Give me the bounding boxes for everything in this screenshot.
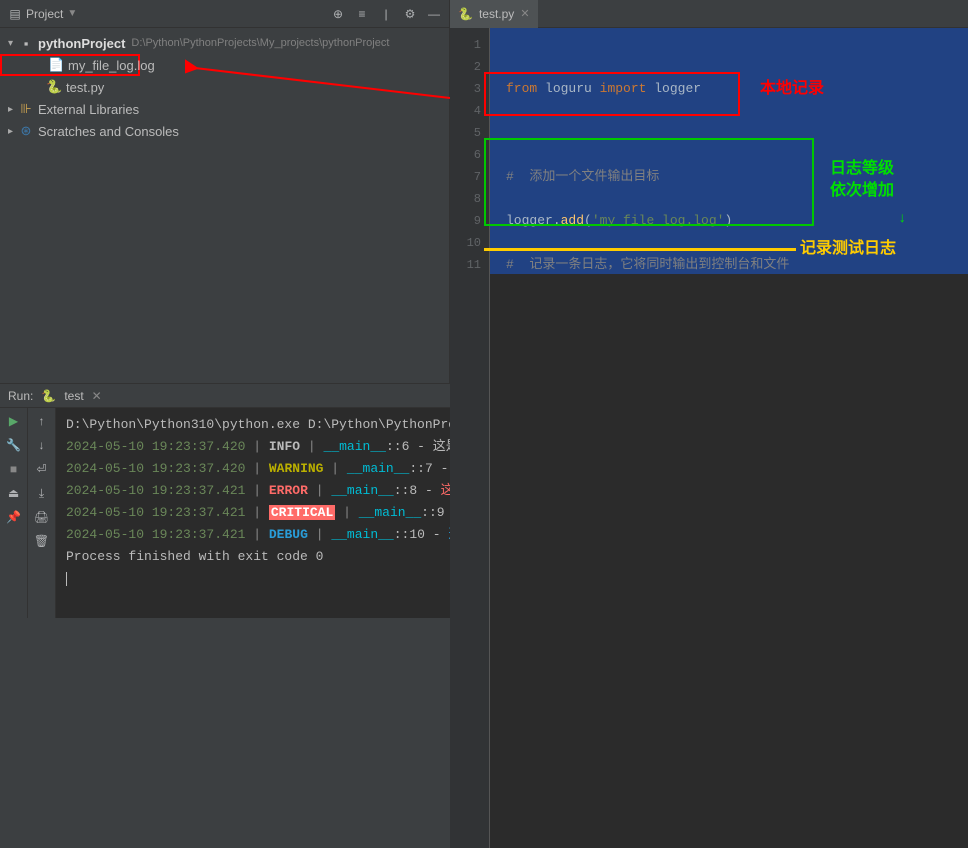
run-icon[interactable]: ▶ <box>7 414 21 428</box>
file-name: my_file_log.log <box>68 58 155 73</box>
up-arrow-icon[interactable]: ↑ <box>35 414 49 428</box>
item-label: Scratches and Consoles <box>38 124 179 139</box>
file-icon: 📄 <box>48 57 64 73</box>
annotation-arrow-green: ↓ <box>898 208 906 230</box>
editor-panel: 🐍 test.py ✕ 1 2 3 4 5 6 7 8 9 10 11 from… <box>450 0 968 383</box>
project-dropdown-icon[interactable]: ▼ <box>67 8 77 19</box>
scratches-icon: ⊛ <box>18 123 34 139</box>
tree-scratches[interactable]: ▸ ⊛ Scratches and Consoles <box>0 120 449 142</box>
run-label: Run: <box>8 389 33 403</box>
python-icon: 🐍 <box>458 7 473 21</box>
file-name: test.py <box>66 80 104 95</box>
expand-icon[interactable]: ≡ <box>355 7 369 21</box>
project-title: Project <box>22 7 67 21</box>
project-header: ▤ Project ▼ ⊕ ≡ | ⚙ — <box>0 0 449 28</box>
annotation-label-red: 本地记录 <box>760 78 824 100</box>
python-icon: 🐍 <box>41 389 56 403</box>
editor-gutter: 1 2 3 4 5 6 7 8 9 10 11 <box>450 28 490 848</box>
divider: | <box>379 7 393 21</box>
tree-file-py[interactable]: 🐍 test.py <box>0 76 449 98</box>
debug-wrench-icon[interactable]: 🔧 <box>7 438 21 452</box>
project-name: pythonProject <box>38 36 125 51</box>
annotation-label-green2: 依次增加 <box>830 180 894 202</box>
project-icon: ▤ <box>8 7 22 21</box>
down-arrow-icon[interactable]: ↓ <box>35 438 49 452</box>
gear-icon[interactable]: ⚙ <box>403 7 417 21</box>
run-config-name: test <box>64 389 83 403</box>
trash-icon[interactable]: 🗑 <box>35 534 49 548</box>
libs-icon: ⊪ <box>18 101 34 117</box>
run-mid-toolbar: ↑ ↓ ⏎ ⤓ 🖨 🗑 <box>28 408 56 618</box>
hide-icon[interactable]: — <box>427 7 441 21</box>
project-tree: ▾ ▪ pythonProject D:\Python\PythonProjec… <box>0 28 449 146</box>
item-label: External Libraries <box>38 102 139 117</box>
python-icon: 🐍 <box>46 79 62 95</box>
wrap-icon[interactable]: ⏎ <box>35 462 49 476</box>
tree-project-root[interactable]: ▾ ▪ pythonProject D:\Python\PythonProjec… <box>0 32 449 54</box>
project-panel: ▤ Project ▼ ⊕ ≡ | ⚙ — ▾ ▪ pythonProject … <box>0 0 450 383</box>
tree-file-log[interactable]: 📄 my_file_log.log <box>0 54 140 76</box>
project-path: D:\Python\PythonProjects\My_projects\pyt… <box>131 37 389 49</box>
tab-label: test.py <box>479 7 514 21</box>
folder-icon: ▪ <box>18 36 34 51</box>
caret-down-icon[interactable]: ▾ <box>8 38 18 49</box>
exit-icon[interactable]: ⏏ <box>7 486 21 500</box>
scroll-icon[interactable]: ⤓ <box>35 486 49 500</box>
editor-tabs: 🐍 test.py ✕ <box>450 0 968 28</box>
close-icon[interactable]: ✕ <box>92 389 102 403</box>
annotation-label-yellow: 记录测试日志 <box>800 238 896 260</box>
stop-icon[interactable]: ■ <box>7 462 21 476</box>
editor-body[interactable]: 1 2 3 4 5 6 7 8 9 10 11 from loguru impo… <box>450 28 968 848</box>
close-icon[interactable]: ✕ <box>520 7 529 20</box>
caret-right-icon[interactable]: ▸ <box>8 104 18 115</box>
editor-tab[interactable]: 🐍 test.py ✕ <box>450 0 538 28</box>
annotation-line-yellow <box>484 248 796 251</box>
locate-icon[interactable]: ⊕ <box>331 7 345 21</box>
annotation-label-green1: 日志等级 <box>830 158 894 180</box>
tree-external-libs[interactable]: ▸ ⊪ External Libraries <box>0 98 449 120</box>
editor-code[interactable]: from loguru import logger # 添加一个文件输出目标 l… <box>490 28 968 848</box>
run-left-toolbar: ▶ 🔧 ■ ⏏ 📌 <box>0 408 28 618</box>
pin-icon[interactable]: 📌 <box>7 510 21 524</box>
cursor-icon <box>66 572 67 586</box>
print-icon[interactable]: 🖨 <box>35 510 49 524</box>
caret-right-icon[interactable]: ▸ <box>8 126 18 137</box>
